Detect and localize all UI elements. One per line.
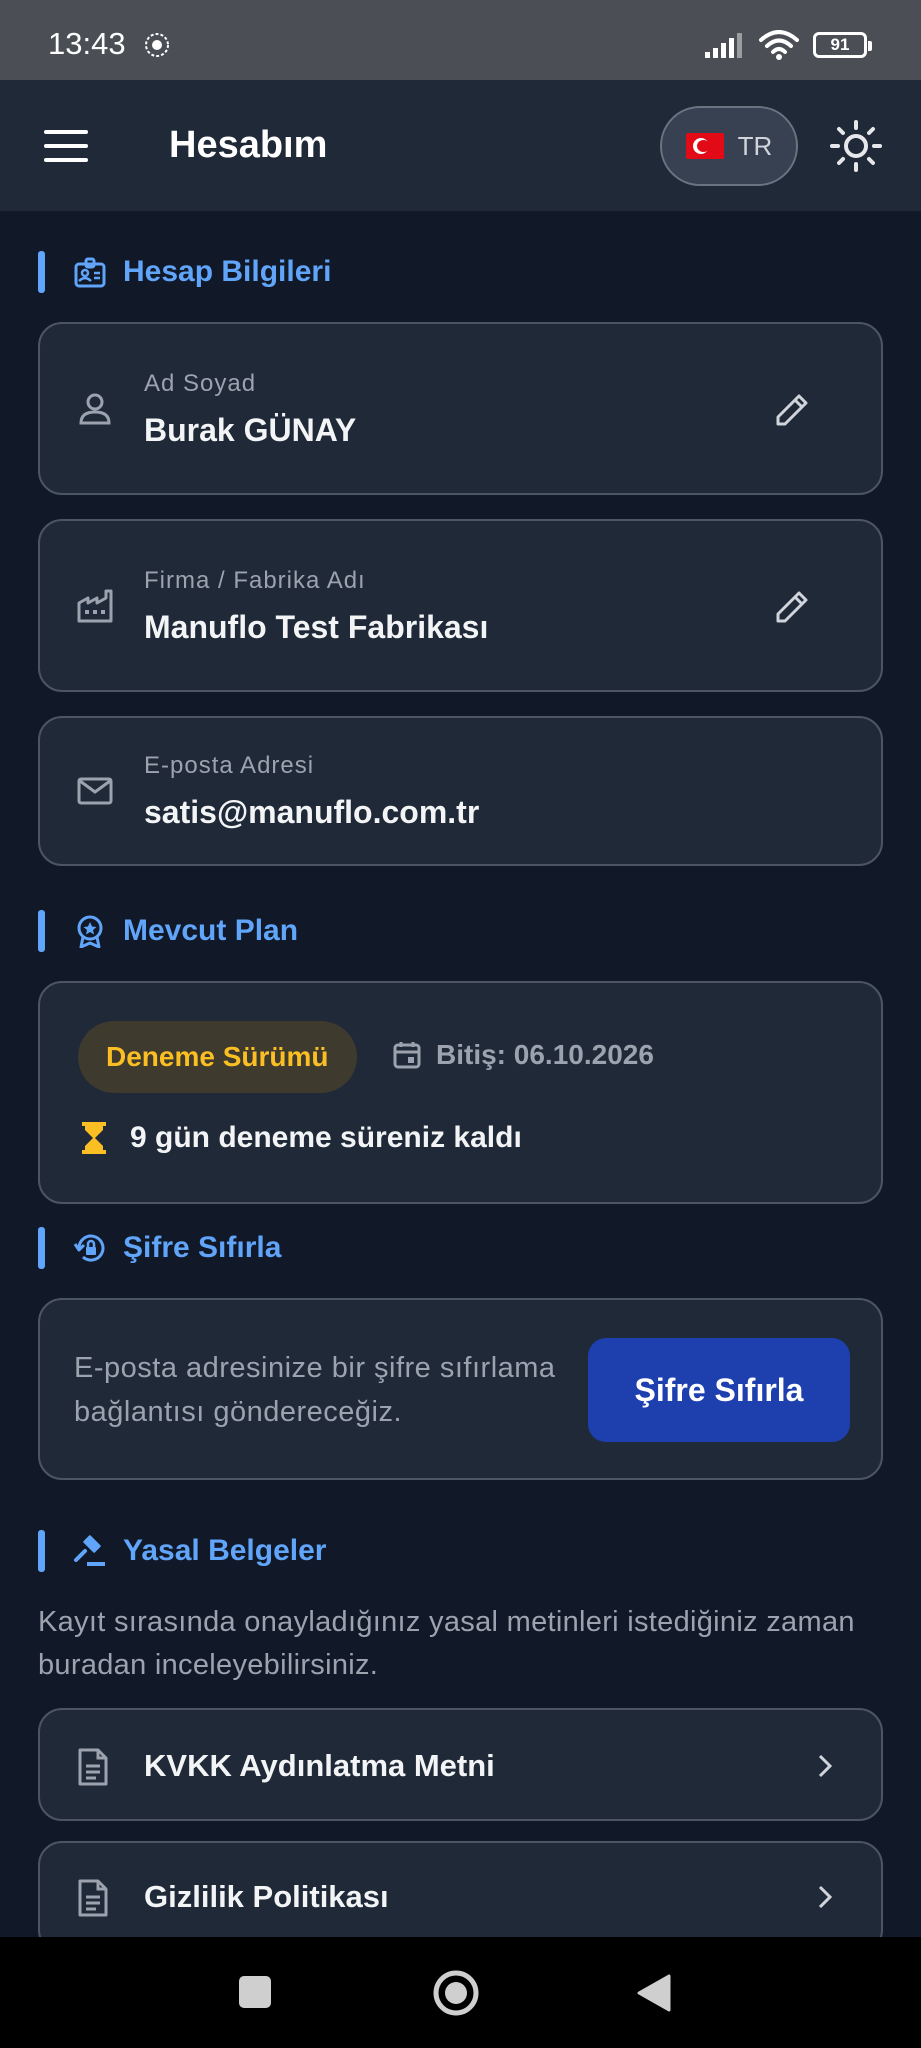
turkey-flag-icon <box>685 133 724 159</box>
edit-icon[interactable] <box>772 388 814 430</box>
section-title: Şifre Sıfırla <box>123 1231 282 1264</box>
wifi-icon <box>759 30 799 60</box>
id-badge-icon <box>74 257 106 288</box>
plan-card: Deneme Sürümü Bitiş: 06.10.2026 9 gün de… <box>38 981 883 1204</box>
hourglass-icon <box>82 1122 106 1154</box>
field-value: satis@manuflo.com.tr <box>144 794 480 830</box>
plan-badge-label: Deneme Sürümü <box>106 1041 329 1072</box>
home-button[interactable] <box>432 1969 480 2017</box>
battery-icon: 91 <box>813 32 872 58</box>
legal-item-label: Gizlilik Politikası <box>144 1879 389 1914</box>
signal-icon <box>705 33 742 58</box>
document-icon <box>78 1748 108 1786</box>
password-reset-button[interactable]: Şifre Sıfırla <box>588 1338 850 1442</box>
field-label: E-posta Adresi <box>144 752 315 779</box>
section-title: Hesap Bilgileri <box>123 255 332 288</box>
calendar-icon <box>393 1042 421 1069</box>
section-account: Hesap Bilgileri <box>38 251 331 293</box>
field-label: Ad Soyad <box>144 370 257 397</box>
password-reset-button-label: Şifre Sıfırla <box>634 1371 804 1408</box>
legal-item-label: KVKK Aydınlatma Metni <box>144 1748 495 1783</box>
mail-icon <box>77 777 113 805</box>
award-icon <box>77 915 103 948</box>
name-card: Ad Soyad Burak GÜNAY <box>38 322 883 495</box>
battery-level: 91 <box>830 35 850 54</box>
password-reset-card: E-posta adresinize bir şifre sıfırlama b… <box>38 1298 883 1480</box>
legal-description: Kayıt sırasında onayladığınız yasal meti… <box>38 1606 855 1681</box>
legal-item-kvkk[interactable]: KVKK Aydınlatma Metni <box>38 1708 883 1821</box>
status-indicators: 91 <box>705 28 872 62</box>
chevron-right-icon <box>818 1885 833 1909</box>
page-title: Hesabım <box>169 124 328 166</box>
notification-icon <box>145 33 169 57</box>
section-plan: Mevcut Plan <box>38 910 298 952</box>
plan-remaining: 9 gün deneme süreniz kaldı <box>80 1121 522 1155</box>
edit-icon[interactable] <box>772 585 814 627</box>
language-label: TR <box>737 130 773 161</box>
legal-item-privacy[interactable]: Gizlilik Politikası <box>38 1841 883 1937</box>
company-card: Firma / Fabrika Adı Manuflo Test Fabrika… <box>38 519 883 692</box>
gavel-icon <box>74 1535 105 1566</box>
person-icon <box>79 393 111 425</box>
recents-button[interactable] <box>239 1976 271 2008</box>
status-bar: 13:43 91 <box>0 0 921 80</box>
app-bar: Hesabım TR <box>0 80 921 211</box>
field-label: Firma / Fabrika Adı <box>144 567 366 594</box>
email-card: E-posta Adresi satis@manuflo.com.tr <box>38 716 883 866</box>
system-navigation-bar <box>0 1937 921 2048</box>
field-value: Burak GÜNAY <box>144 412 357 448</box>
back-button[interactable] <box>635 1973 673 2013</box>
field-value: Manuflo Test Fabrikası <box>144 609 489 645</box>
section-legal: Yasal Belgeler <box>38 1530 326 1572</box>
menu-icon <box>44 130 88 134</box>
plan-expiry: Bitiş: 06.10.2026 <box>392 1039 654 1071</box>
sun-icon[interactable] <box>830 120 882 172</box>
menu-button[interactable] <box>44 130 88 162</box>
account-content[interactable]: Hesap Bilgileri Ad Soyad Burak GÜNAY Fir… <box>0 211 921 1937</box>
section-title: Mevcut Plan <box>123 914 299 947</box>
status-time: 13:43 <box>48 26 126 61</box>
section-title: Yasal Belgeler <box>123 1534 327 1567</box>
plan-expiry-text: Bitiş: 06.10.2026 <box>436 1039 654 1070</box>
lock-reset-icon <box>73 1234 105 1262</box>
plan-remaining-text: 9 gün deneme süreniz kaldı <box>130 1121 522 1154</box>
document-icon <box>78 1879 108 1917</box>
plan-badge: Deneme Sürümü <box>78 1021 357 1093</box>
chevron-right-icon <box>818 1754 833 1778</box>
factory-icon <box>77 589 113 623</box>
language-button[interactable]: TR <box>660 106 798 186</box>
password-reset-description: E-posta adresinize bir şifre sıfırlama b… <box>74 1352 556 1428</box>
section-password: Şifre Sıfırla <box>38 1227 281 1269</box>
